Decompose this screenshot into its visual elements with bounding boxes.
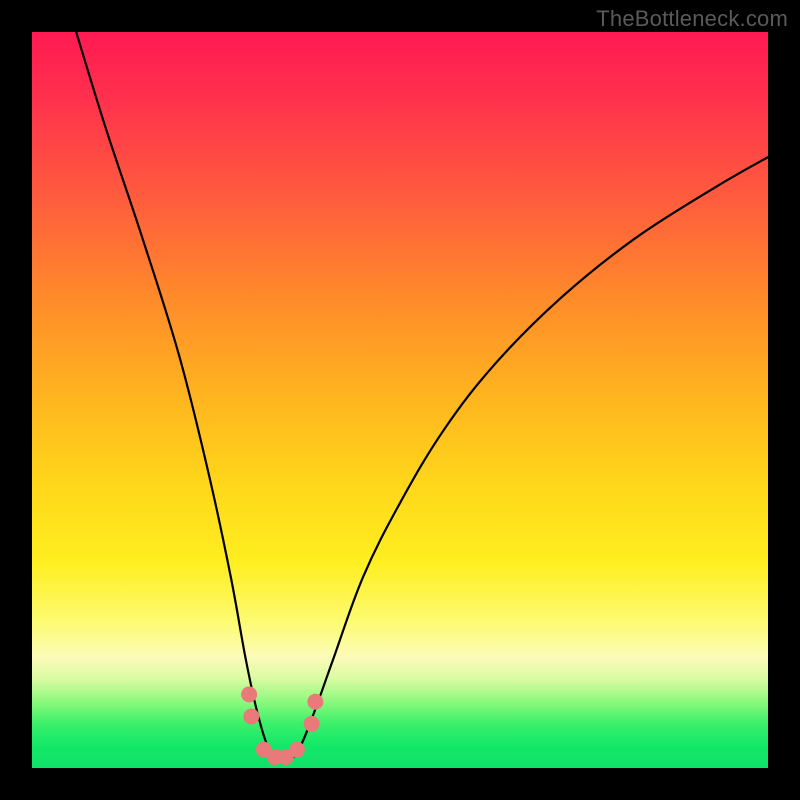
bottleneck-markers: [241, 686, 323, 765]
curve-marker: [243, 708, 259, 724]
chart-frame: TheBottleneck.com: [0, 0, 800, 800]
curve-marker: [289, 742, 305, 758]
curve-marker: [307, 694, 323, 710]
curve-marker: [241, 686, 257, 702]
plot-area: [32, 32, 768, 768]
chart-svg: [32, 32, 768, 768]
curve-marker: [304, 716, 320, 732]
bottleneck-curve-line: [76, 32, 768, 763]
watermark-text: TheBottleneck.com: [596, 6, 788, 32]
